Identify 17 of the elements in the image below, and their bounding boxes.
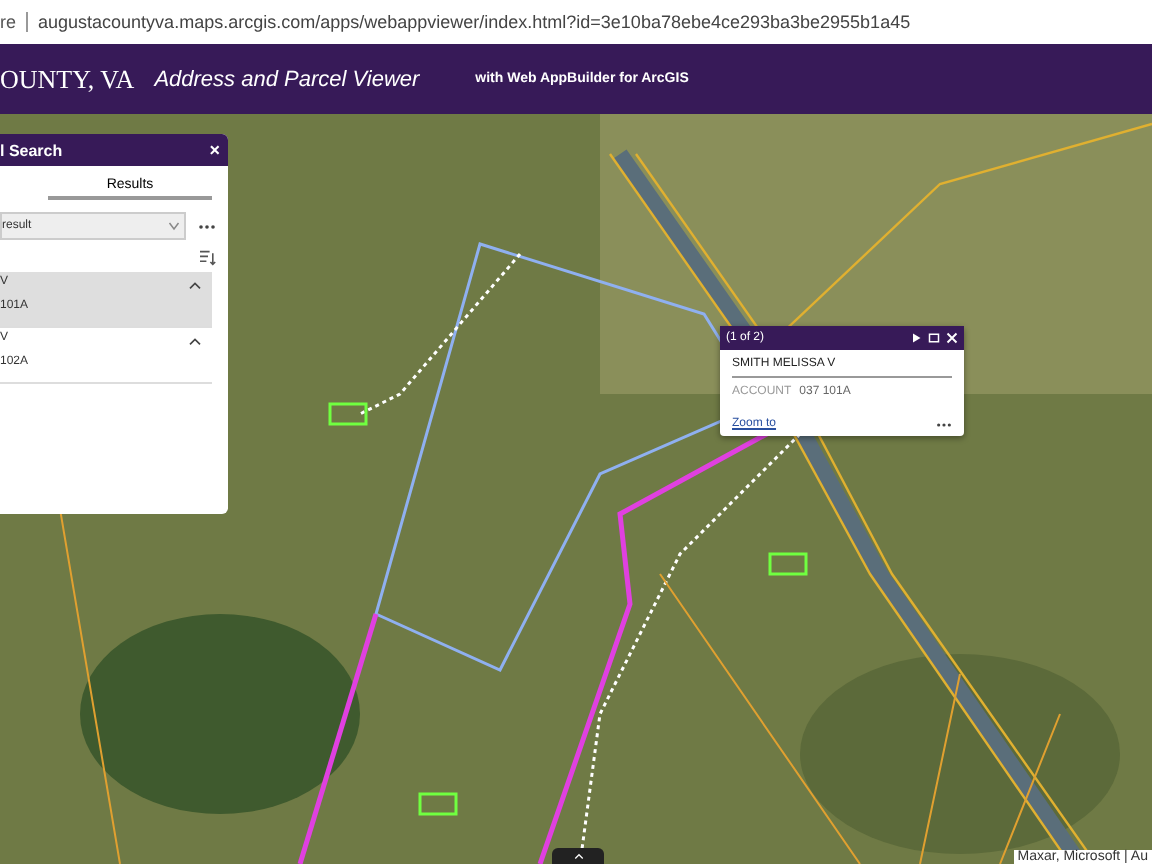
sort-icon[interactable] — [200, 250, 216, 266]
close-icon[interactable] — [946, 332, 958, 344]
panel-title: l Search — [0, 141, 63, 159]
chevron-up-icon[interactable] — [188, 336, 202, 346]
more-icon[interactable] — [936, 421, 952, 427]
chevron-up-icon[interactable] — [188, 280, 202, 290]
url-text: augustacountyva.maps.arcgis.com/apps/webappviewer/index.html?id=3e10ba78ebe4ce293ba3be2955b1a45 — [38, 12, 911, 32]
caret-icon — [168, 220, 180, 232]
url-prefix: re — [0, 12, 17, 32]
more-icon[interactable] — [198, 223, 216, 229]
play-icon[interactable] — [910, 332, 922, 344]
close-button[interactable]: × — [209, 140, 220, 160]
maximize-icon[interactable] — [928, 332, 940, 344]
org-name: OUNTY, VA — [0, 63, 135, 95]
collapse-button[interactable] — [552, 848, 604, 864]
app-title: Address and Parcel Viewer — [154, 67, 420, 91]
chevron-up-icon — [573, 852, 583, 860]
